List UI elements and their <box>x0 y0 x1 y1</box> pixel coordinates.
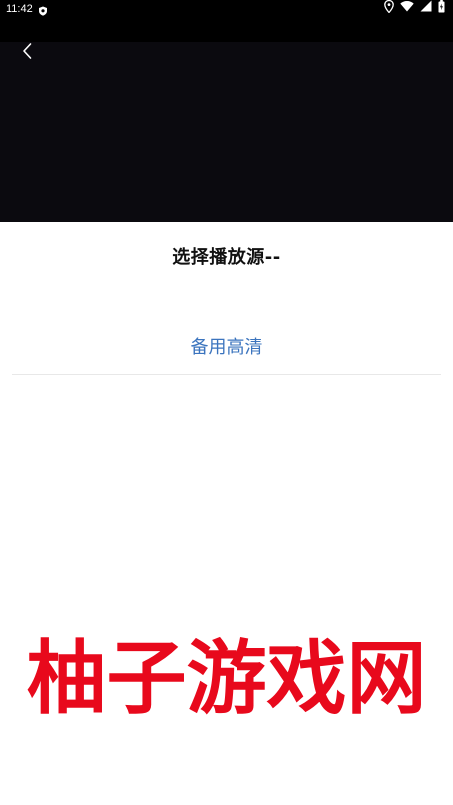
watermark-text: 柚子游戏网 <box>26 631 427 725</box>
video-header-band <box>0 18 453 42</box>
back-button[interactable] <box>14 38 40 64</box>
location-icon <box>384 0 394 19</box>
video-player[interactable] <box>0 18 453 222</box>
wifi-icon <box>400 0 414 18</box>
status-time: 11:42 <box>6 3 33 15</box>
status-icons <box>384 0 445 19</box>
chevron-left-icon <box>23 43 32 59</box>
signal-icon <box>420 0 432 18</box>
battery-icon <box>438 0 445 19</box>
shield-icon <box>38 4 48 16</box>
page-title: 选择播放源-- <box>172 247 281 268</box>
source-option-backup-hd[interactable]: 备用高清 <box>12 330 441 375</box>
status-bar: 11:42 <box>0 0 453 18</box>
